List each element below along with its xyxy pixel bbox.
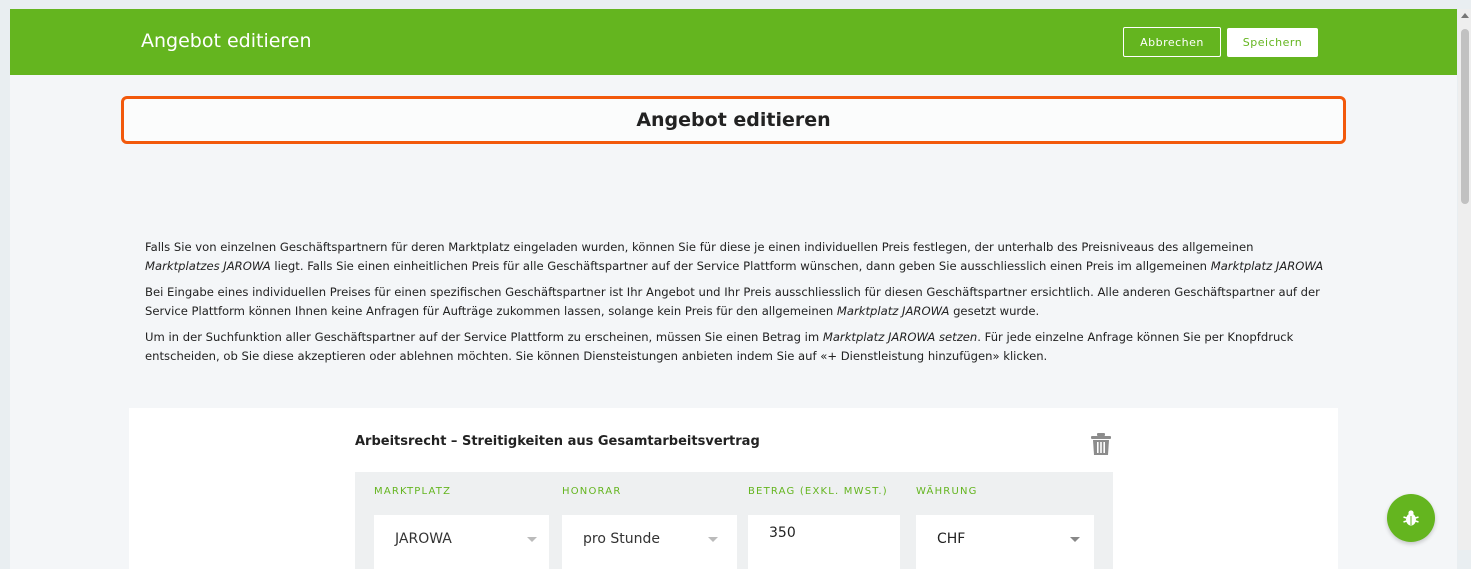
column-header-fee: HONORAR — [562, 486, 622, 497]
service-card: Arbeitsrecht – Streitigkeiten aus Gesamt… — [129, 408, 1338, 569]
save-button[interactable]: Speichern — [1227, 28, 1318, 57]
service-title: Arbeitsrecht – Streitigkeiten aus Gesamt… — [355, 434, 760, 449]
bug-icon — [1403, 510, 1419, 526]
column-header-amount: BETRAG (EXKL. MWST.) — [748, 486, 888, 497]
cancel-button[interactable]: Abbrechen — [1123, 27, 1221, 57]
currency-value: CHF — [937, 531, 966, 547]
app-window: Angebot editieren Abbrechen Speichern An… — [10, 9, 1457, 569]
intro-paragraph-1: Falls Sie von einzelnen Geschäftspartner… — [145, 240, 1324, 273]
bug-report-button[interactable] — [1387, 494, 1435, 542]
marketplace-select[interactable]: JAROWA — [374, 515, 549, 569]
fee-select[interactable]: pro Stunde — [562, 515, 737, 569]
top-bar: Angebot editieren Abbrechen Speichern — [10, 9, 1457, 75]
chevron-down-icon — [708, 537, 718, 542]
vertical-scrollbar[interactable] — [1458, 9, 1471, 550]
page-title: Angebot editieren — [141, 30, 312, 52]
intro-paragraph-3: Um in der Suchfunktion aller Geschäftspa… — [145, 330, 1294, 363]
column-header-marketplace: MARKTPLATZ — [374, 486, 452, 497]
section-heading: Angebot editieren — [121, 96, 1346, 144]
scrollbar-thumb[interactable] — [1461, 29, 1469, 204]
section-heading-text: Angebot editieren — [636, 109, 831, 131]
amount-input[interactable]: 350 — [748, 515, 900, 569]
intro-paragraph-2: Bei Eingabe eines individuellen Preises … — [145, 285, 1320, 318]
intro-text: Falls Sie von einzelnen Geschäftspartner… — [145, 238, 1325, 373]
scroll-up-arrow-icon[interactable] — [1461, 13, 1469, 18]
price-table: MARKTPLATZ HONORAR BETRAG (EXKL. MWST.) … — [355, 472, 1113, 569]
column-header-currency: WÄHRUNG — [916, 486, 978, 497]
amount-value: 350 — [769, 525, 796, 541]
trash-icon[interactable] — [1090, 432, 1112, 456]
chevron-down-icon — [1070, 537, 1080, 542]
fee-value: pro Stunde — [583, 531, 660, 547]
currency-select[interactable]: CHF — [916, 515, 1094, 569]
marketplace-value: JAROWA — [395, 531, 452, 547]
chevron-down-icon — [527, 537, 537, 542]
